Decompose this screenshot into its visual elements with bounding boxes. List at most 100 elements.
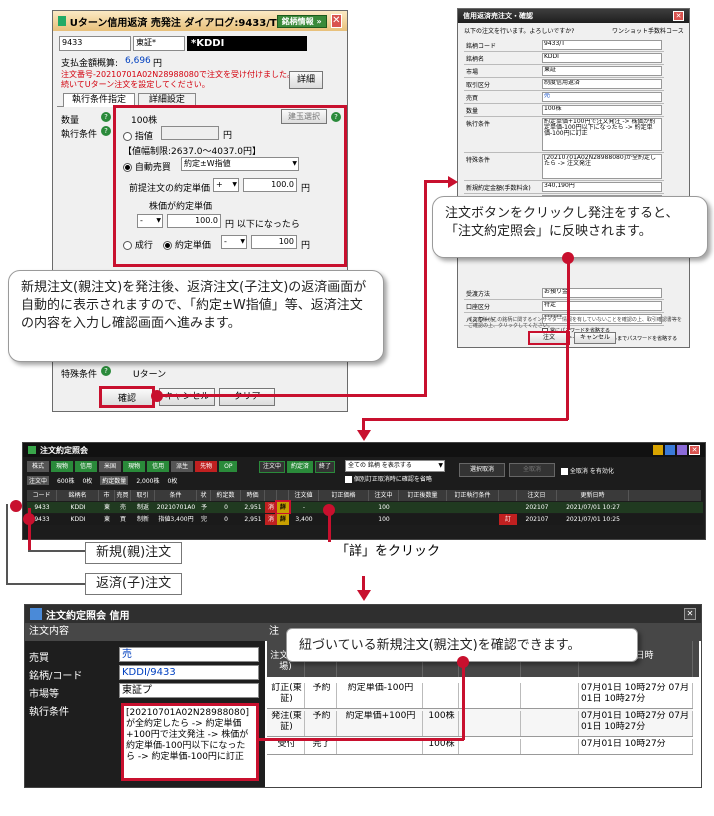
table-cell: KDDI	[70, 504, 86, 511]
table-cell: 100	[378, 504, 390, 511]
confirm-row-value: お預り金	[542, 288, 662, 298]
table-cell	[447, 514, 499, 525]
status-tab[interactable]: 注文中	[259, 461, 286, 473]
market-label: 市場等	[29, 689, 59, 700]
select-cancel-button[interactable]: 選択取消	[459, 463, 505, 477]
filter-tab[interactable]: 信用	[75, 461, 98, 472]
credit-table-row: 訂正(東証) 予約 約定単価-100円 07月01日 10時27分 07月01日 10…	[267, 681, 693, 709]
column-header[interactable]	[277, 490, 289, 501]
qty-label: 数量	[61, 116, 80, 126]
window-icon[interactable]	[653, 445, 663, 455]
detail-button[interactable]: 詳	[275, 500, 291, 515]
table-row[interactable]: 9433 KDDI 東買制新 指値3,400円完 0 2,951 消詳 3,400 100 訂 20…	[27, 514, 703, 525]
help-icon[interactable]: ?	[101, 112, 111, 122]
confirm-row-value: 約定単価+100円で注文発注 -> 株価が約定単価-100円以下になったら ->…	[542, 118, 662, 151]
status-tab[interactable]: 約定済	[287, 461, 314, 473]
filter-tab[interactable]: 米国	[99, 461, 122, 472]
all-cancel-button[interactable]: 全取消	[509, 463, 555, 477]
column-header[interactable]: 注文中	[369, 490, 399, 501]
column-header[interactable]: 取引	[131, 490, 155, 501]
credit-titlebar[interactable]: 注文約定照会 信用 ✕	[25, 605, 701, 623]
enable-all-cancel-checkbox[interactable]: 全取消 を有効化	[561, 466, 614, 475]
close-icon[interactable]: ✕	[689, 445, 700, 455]
column-header[interactable]: 銘柄名	[57, 490, 99, 501]
confirm-row-label: 取引区分	[466, 82, 491, 89]
close-icon[interactable]: ✕	[684, 608, 696, 620]
status-tab[interactable]: 終了	[315, 461, 336, 473]
right-tab-label: 注	[269, 626, 279, 637]
confirm-row-value: KDDI	[542, 53, 662, 63]
table-cell: 売	[119, 504, 126, 511]
credit-table-cell: 100株	[423, 711, 459, 736]
enable-all-cancel-label: 全取消 を有効化	[569, 468, 614, 475]
column-header[interactable]: 注文値	[289, 490, 319, 501]
column-header[interactable]: 売買	[115, 490, 131, 501]
filter-tab[interactable]: 現物	[123, 461, 146, 472]
status-tabs: 注文中 約定済 終了	[259, 461, 337, 473]
column-header[interactable]	[499, 490, 517, 501]
confirm-row: 新規約定金額(手数料含) 340,190円	[464, 181, 664, 194]
credit-table-cell	[521, 739, 579, 754]
column-header[interactable]: 条件	[155, 490, 197, 501]
arrow-down-icon	[357, 430, 371, 441]
detail-button[interactable]: 詳細	[289, 71, 323, 89]
inquiry-titlebar[interactable]: 注文約定照会 ✕	[23, 443, 705, 457]
filter-tab[interactable]: OP	[219, 461, 238, 472]
right-callout: 注文ボタンをクリックし発注をすると、「注文約定照会」に反映されます。	[432, 196, 708, 258]
filter-tab[interactable]: 派生	[171, 461, 194, 472]
table-cell: 2021/07/01 10:25	[566, 516, 620, 523]
stock-info-button[interactable]: 銘柄情報 »	[276, 14, 327, 28]
table-cell: 制返	[136, 504, 149, 511]
table-row[interactable]: 9433 KDDI 東 売 制返 20210701A0 予 0 2,951 消詳 - 100 20210…	[27, 500, 703, 515]
column-header[interactable]: 約定数	[211, 490, 241, 501]
filter-tab[interactable]: 先物	[195, 461, 218, 472]
help-icon[interactable]: ?	[101, 366, 111, 376]
close-icon[interactable]: ✕	[330, 14, 342, 28]
confirm-button[interactable]: 確認	[99, 386, 155, 408]
column-header[interactable]	[265, 490, 277, 501]
column-header[interactable]: 更新日時	[557, 490, 629, 501]
table-cell	[499, 502, 517, 513]
dialog-titlebar[interactable]: Uターン信用返済 売発注 ダイアログ:9433/T 銘柄情報 » ✕	[53, 11, 347, 31]
column-header[interactable]: 時価	[241, 490, 265, 501]
column-header[interactable]: 訂正価格	[319, 490, 369, 501]
close-icon[interactable]: ✕	[673, 11, 684, 21]
correct-button[interactable]: 訂	[499, 514, 517, 525]
detail-button[interactable]: 詳	[277, 514, 289, 525]
parent-order-tag: 新規(親)注文	[85, 542, 183, 564]
column-header[interactable]: 訂正執行条件	[447, 490, 499, 501]
cancel-order-button[interactable]: 消	[265, 502, 277, 513]
confirm-cancel-button[interactable]: キャンセル	[574, 332, 616, 344]
column-header[interactable]: コード	[27, 490, 57, 501]
stock-value: KDDI/9433	[119, 665, 259, 680]
one-shot-label: ワンショット手数料コース	[612, 28, 684, 35]
confirm-row-value: 売	[542, 92, 662, 102]
cancel-button[interactable]: キャンセル	[159, 388, 215, 406]
table-cell: 完	[200, 516, 207, 523]
filter-tab[interactable]: 株式	[27, 461, 50, 472]
confirm-titlebar[interactable]: 信用返済売注文・確認 ✕	[458, 9, 689, 23]
show-select[interactable]: 全ての 銘柄 を表示する	[345, 460, 445, 472]
help-icon[interactable]	[677, 445, 687, 455]
skip-confirm-checkbox[interactable]: 個別訂正取消時に確認を省略	[345, 474, 432, 483]
order-button[interactable]: 注文	[528, 331, 570, 345]
credit-table-cell: 予約	[305, 683, 337, 708]
confirm-row-label: 銘柄名	[466, 56, 485, 63]
table-cell: 0	[224, 516, 228, 523]
help-icon[interactable]: ?	[101, 126, 111, 136]
column-header[interactable]: 注文日	[517, 490, 557, 501]
cancel-order-button[interactable]: 消	[265, 514, 277, 525]
checkbox-icon[interactable]	[345, 476, 352, 483]
column-header[interactable]: 市	[99, 490, 115, 501]
clear-button[interactable]: クリア	[219, 388, 275, 406]
column-header[interactable]: 状	[197, 490, 211, 501]
checkbox-icon[interactable]	[561, 468, 568, 475]
filter-tab[interactable]: 現物	[51, 461, 74, 472]
order-inquiry-window: 注文約定照会 ✕ 株式 現物 信用 米国 現物 信用 派生 先物 OP 注文中 約定済 終了 全ての…	[22, 442, 706, 540]
confirm-row: 数量 100株	[464, 104, 664, 117]
inquiry-title: 注文約定照会	[40, 445, 88, 455]
filter-tab[interactable]: 信用	[147, 461, 170, 472]
column-header[interactable]: 訂正後数量	[399, 490, 447, 501]
window-icon[interactable]	[665, 445, 675, 455]
table-cell: 202107	[525, 516, 549, 523]
